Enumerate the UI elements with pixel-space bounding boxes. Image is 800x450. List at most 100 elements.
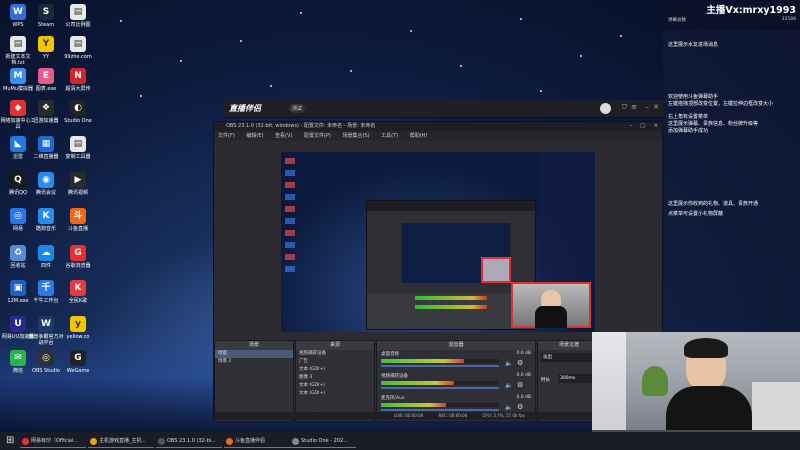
desktop-icon-label: 新建文本文档.txt <box>5 54 31 66</box>
mixer-track-name: 麦克风/Aux <box>381 396 405 401</box>
menu-file[interactable]: 文件(F) <box>218 133 235 139</box>
gear-icon[interactable]: ⚙ <box>517 403 523 411</box>
star <box>580 55 582 57</box>
desktop-icon[interactable]: K 酷狗音乐 <box>28 208 64 232</box>
source-item[interactable]: 视频捕获设备 <box>296 350 374 358</box>
gear-icon[interactable]: ⚙ <box>517 359 523 367</box>
mixer-track-db: 0.0 dB <box>516 373 531 378</box>
desktop-icon[interactable]: K 全民K歌 <box>60 280 96 304</box>
desktop-icon[interactable]: ◉ 腾讯会议 <box>28 172 64 196</box>
helper-line: 欢迎使用斗鱼弹幕助手 <box>668 94 719 100</box>
source-item[interactable]: 图像 3 <box>296 374 374 382</box>
transition-select[interactable]: 淡出 <box>541 353 597 362</box>
menu-edit[interactable]: 编辑(E) <box>246 133 263 139</box>
volume-slider[interactable] <box>381 387 499 389</box>
app-icon: y <box>70 316 86 332</box>
taskbar-item[interactable]: 斗鱼直播伴侣 <box>224 434 290 448</box>
maximize-button[interactable]: □ <box>640 122 645 131</box>
mixer-dock: 混音器 桌面音频 0.0 dB 🔈 ⚙ 视频捕获设备 0.0 dB 🔈 ⚙ 麦克风/Aux 0.0… <box>376 340 536 422</box>
desktop-icon[interactable]: ◎ OBS Studio <box>28 350 64 374</box>
avatar[interactable] <box>600 103 611 114</box>
gift-icon[interactable]: ⛉ <box>622 103 627 112</box>
duration-input[interactable]: 300ms <box>558 374 596 383</box>
taskbar-item[interactable]: 主机游戏直播_主机... <box>88 434 154 448</box>
obs-menubar: 文件(F) 编辑(E) 查看(V) 配置文件(P) 场景集合(S) 工具(T) … <box>214 131 662 141</box>
star <box>240 40 242 42</box>
volume-meter-fill <box>381 359 464 363</box>
mixer-dock-title: 混音器 <box>377 341 535 350</box>
desktop-icon[interactable]: ▶ 腾讯视频 <box>60 172 96 196</box>
live-companion-titlebar[interactable]: 直播伴侣 测试 ⛉ ≡ – ✕ <box>223 100 663 118</box>
menu-view[interactable]: 查看(V) <box>275 133 292 139</box>
obs-preview[interactable] <box>281 152 595 332</box>
desktop-icon[interactable]: ◐ Studio One <box>60 100 96 124</box>
scene-item[interactable]: 场景 <box>215 350 293 358</box>
mixer-tracks: 桌面音频 0.0 dB 🔈 ⚙ 视频捕获设备 0.0 dB 🔈 ⚙ 麦克风/Aux 0.0 dB 🔈… <box>377 350 535 416</box>
panel-header: 主播Vx:mrxy1993 弹幕总数 33588 <box>663 0 800 30</box>
menu-tools[interactable]: 工具(T) <box>381 133 398 139</box>
volume-slider[interactable] <box>381 409 499 411</box>
desktop-icon[interactable]: 千千牛工作台 <box>28 280 64 304</box>
preview-webcam <box>511 282 591 328</box>
desktop-icon[interactable]: ▦ 二维直播器 <box>28 136 64 160</box>
menu-help[interactable]: 帮助(H) <box>410 133 428 139</box>
menu-icon[interactable]: ≡ <box>631 103 637 111</box>
windows-start-icon[interactable]: ⊞ <box>6 435 14 446</box>
taskbar-item-label: Studio One - 202... <box>301 438 348 444</box>
desktop-icon[interactable]: N 超清大屏传 <box>60 68 96 92</box>
app-icon: 斗 <box>70 208 86 224</box>
close-button[interactable]: ✕ <box>654 122 658 131</box>
desktop-icon[interactable]: ▤ 复制工具器 <box>60 136 96 160</box>
app-icon: E <box>38 68 54 84</box>
desktop-icon[interactable]: y yellow.co <box>60 316 96 340</box>
source-item[interactable]: 广告 <box>296 358 374 366</box>
desktop-icon[interactable]: ▤ 公司比例图 <box>60 4 96 28</box>
desktop-icon[interactable]: G WeGame <box>60 350 96 374</box>
taskbar-item[interactable]: Studio One - 202... <box>290 434 356 448</box>
speaker-icon[interactable]: 🔈 <box>505 360 512 367</box>
menu-profile[interactable]: 配置文件(P) <box>304 133 331 139</box>
danmaku-helper-panel[interactable]: 主播Vx:mrxy1993 弹幕总数 33588 这里展示水友进场消息 欢迎使用… <box>663 0 800 332</box>
menu-scene-collection[interactable]: 场景集合(S) <box>342 133 369 139</box>
app-icon: ✉ <box>10 350 26 366</box>
mixer-track-db: 0.0 dB <box>516 351 531 356</box>
desktop-icon[interactable]: W 魔兽争霸官方对战平台 <box>28 316 64 346</box>
taskbar-app-icon <box>158 438 165 445</box>
preview-icon-column <box>281 152 305 332</box>
version-badge: 测试 <box>289 104 306 113</box>
close-icon[interactable]: ✕ <box>653 103 659 111</box>
desktop-icon[interactable]: ▤ 99zhe.com <box>60 36 96 60</box>
desktop-icon-label: WPS <box>12 22 24 28</box>
desktop-icon[interactable]: ☁ 四件 <box>28 245 64 269</box>
taskbar-item[interactable]: 网易有印（Official... <box>20 434 86 448</box>
desktop-icon[interactable]: S Steam <box>28 4 64 28</box>
taskbar-item[interactable]: OBS 23.1.0 (32-bi... <box>156 434 222 448</box>
speaker-icon[interactable]: 🔈 <box>505 404 512 411</box>
app-icon: K <box>70 280 86 296</box>
app-icon: K <box>38 208 54 224</box>
desktop-icon[interactable]: Y YY <box>28 36 64 60</box>
minimize-icon[interactable]: – <box>646 103 650 111</box>
speaker-icon[interactable]: 🔈 <box>505 382 512 389</box>
volume-slider[interactable] <box>381 365 499 367</box>
obs-titlebar[interactable]: OBS 23.1.0 (32-bit, windows) - 配置文件: 未命名… <box>214 122 662 131</box>
scene-item[interactable]: 场景 2 <box>215 358 293 366</box>
source-item[interactable]: 文本 (GDI+) <box>296 382 374 390</box>
desktop-icon-label: 腾讯会议 <box>35 190 56 196</box>
star <box>540 90 542 92</box>
desktop-icon[interactable]: 斗斗鱼直播 <box>60 208 96 232</box>
taskbar-item-label: 主机游戏直播_主机... <box>99 438 147 444</box>
desktop-icon[interactable]: G 谷歌浏览器 <box>60 245 96 269</box>
app-icon: ▤ <box>10 36 26 52</box>
source-item[interactable]: 文本 (GDI+) <box>296 390 374 398</box>
source-item[interactable]: 文本 (GDI+) <box>296 366 374 374</box>
desktop-icon[interactable]: E 图表.exe <box>28 68 64 92</box>
webcam-hair <box>684 338 728 358</box>
desktop-icon-label: 公司比例图 <box>65 22 91 28</box>
desktop-icon[interactable]: ❖ 迅游加速器 <box>28 100 64 124</box>
gear-icon[interactable]: ⚙ <box>517 381 523 389</box>
minimize-button[interactable]: – <box>630 122 633 131</box>
transitions-dock-title: 场景过渡 <box>538 341 600 350</box>
volume-meter-fill <box>381 381 455 385</box>
desktop-icon-label: 谷歌浏览器 <box>65 263 91 269</box>
